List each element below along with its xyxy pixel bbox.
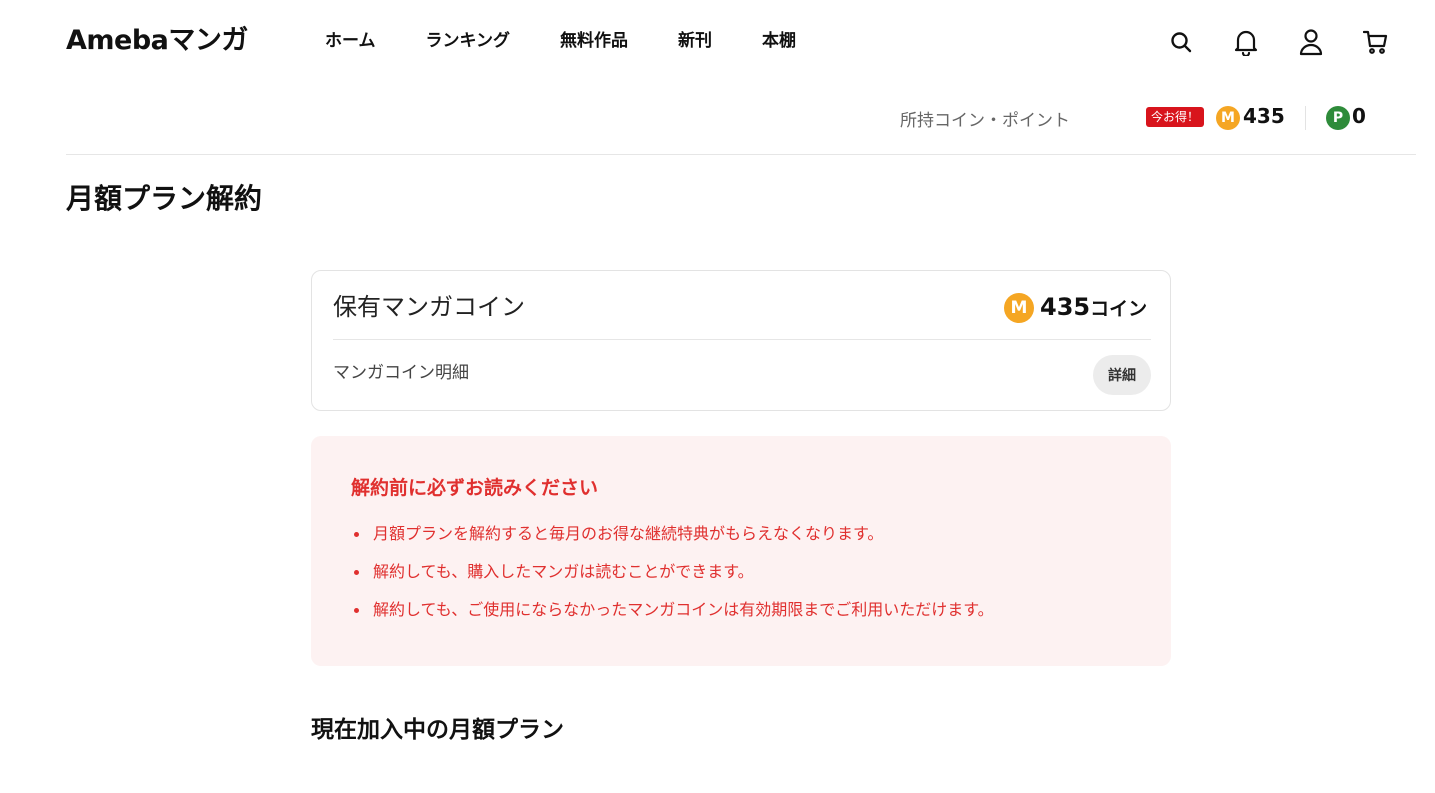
- coin-history-label: マンガコイン明細: [333, 363, 469, 383]
- nav-item-ranking[interactable]: ランキング: [426, 28, 511, 54]
- search-icon[interactable]: [1166, 26, 1196, 58]
- user-icon[interactable]: [1296, 26, 1326, 58]
- header-icons: [1166, 26, 1391, 58]
- site-header: Amebaマンガ ホーム ランキング 無料作品 新刊 本棚: [0, 0, 1435, 84]
- coin-balance-label: 所持コイン・ポイント: [900, 111, 1070, 131]
- cancellation-notice: 解約前に必ずお読みください 月額プランを解約すると毎月のお得な継続特典がもらえな…: [311, 436, 1171, 666]
- card-divider: [333, 339, 1151, 340]
- nav-item-new[interactable]: 新刊: [678, 28, 712, 54]
- coin-balance-amount[interactable]: 435: [1243, 104, 1285, 128]
- header-divider: [66, 154, 1416, 155]
- point-icon: P: [1326, 106, 1350, 130]
- cart-icon[interactable]: [1361, 26, 1391, 58]
- owned-coin-amount: 435コイン: [1040, 291, 1147, 325]
- notice-item: 月額プランを解約すると毎月のお得な継続特典がもらえなくなります。: [351, 522, 994, 546]
- detail-button[interactable]: 詳細: [1093, 355, 1151, 395]
- manga-coin-icon: M: [1004, 293, 1034, 323]
- site-logo[interactable]: Amebaマンガ: [66, 24, 248, 58]
- notice-item: 解約しても、ご使用にならなかったマンガコインは有効期限までご利用いただけます。: [351, 598, 994, 622]
- owned-coin-unit: コイン: [1090, 298, 1148, 320]
- manga-coin-icon: M: [1216, 106, 1240, 130]
- current-plan-title: 現在加入中の月額プラン: [311, 717, 564, 743]
- nav-item-free[interactable]: 無料作品: [560, 28, 628, 54]
- owned-coin-card: 保有マンガコイン M 435コイン マンガコイン明細 詳細: [311, 270, 1171, 411]
- page-title: 月額プラン解約: [66, 182, 263, 215]
- coin-balance-bar: 所持コイン・ポイント 今お得！ M 435 P 0: [0, 96, 1435, 140]
- point-balance-amount[interactable]: 0: [1352, 104, 1366, 128]
- deal-badge[interactable]: 今お得！: [1146, 107, 1205, 127]
- nav-item-home[interactable]: ホーム: [325, 28, 376, 54]
- notice-title: 解約前に必ずお読みください: [351, 477, 599, 499]
- notice-list: 月額プランを解約すると毎月のお得な継続特典がもらえなくなります。 解約しても、購…: [351, 522, 994, 636]
- coinbar-separator: [1305, 106, 1306, 130]
- notice-item: 解約しても、購入したマンガは読むことができます。: [351, 560, 994, 584]
- nav-item-bookshelf[interactable]: 本棚: [762, 28, 796, 54]
- main-nav: ホーム ランキング 無料作品 新刊 本棚: [325, 28, 796, 54]
- owned-coin-value: 435: [1040, 293, 1091, 321]
- owned-coin-title: 保有マンガコイン: [333, 293, 525, 321]
- bell-icon[interactable]: [1231, 26, 1261, 58]
